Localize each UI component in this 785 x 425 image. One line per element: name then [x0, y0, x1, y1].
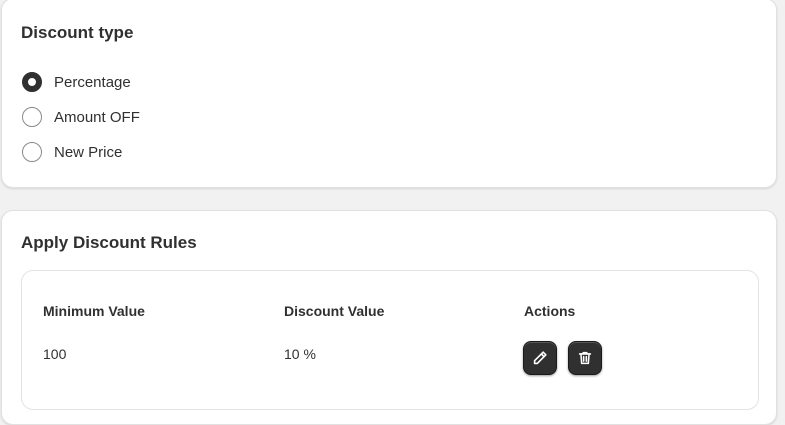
discount-type-title: Discount type — [21, 23, 134, 42]
cell-discount-value: 10 % — [284, 346, 316, 362]
column-header-minimum-value: Minimum Value — [43, 303, 145, 319]
delete-rule-button[interactable] — [568, 341, 602, 375]
discount-rules-card: Apply Discount Rules Minimum Value Disco… — [1, 210, 777, 425]
radio-new-price[interactable]: New Price — [22, 140, 122, 164]
radio-button-new-price[interactable] — [22, 142, 42, 162]
radio-button-percentage[interactable] — [22, 72, 42, 92]
radio-label-percentage: Percentage — [54, 73, 131, 91]
discount-type-card: Discount type Percentage Amount OFF New … — [1, 0, 777, 188]
column-header-discount-value: Discount Value — [284, 303, 385, 319]
column-header-actions: Actions — [524, 303, 576, 319]
rules-table: Minimum Value Discount Value Actions 100… — [21, 270, 759, 410]
radio-percentage[interactable]: Percentage — [22, 70, 131, 94]
radio-label-amount-off: Amount OFF — [54, 108, 140, 126]
pencil-icon — [531, 349, 549, 367]
trash-icon — [576, 349, 594, 367]
radio-label-new-price: New Price — [54, 143, 123, 161]
discount-rules-title: Apply Discount Rules — [21, 233, 197, 252]
cell-minimum-value: 100 — [43, 346, 67, 362]
edit-rule-button[interactable] — [523, 341, 557, 375]
radio-amount-off[interactable]: Amount OFF — [22, 105, 140, 129]
radio-button-amount-off[interactable] — [22, 107, 42, 127]
